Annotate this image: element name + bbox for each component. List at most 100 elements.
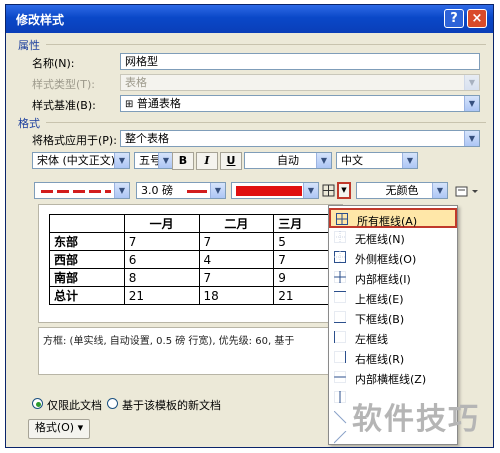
chevron-down-icon[interactable]: ▼ (114, 153, 129, 168)
bold-button[interactable]: B (172, 152, 194, 170)
title-bar: 修改样式 ? × (6, 5, 493, 33)
underline-button[interactable]: U (220, 152, 242, 170)
this-document-label[interactable]: 仅限此文档 (47, 397, 102, 413)
line-weight-value: 3.0 磅 (141, 184, 173, 197)
row-label: 总计 (49, 286, 125, 305)
dialog-title: 修改样式 (16, 13, 65, 27)
menu-item-inside-horizontal[interactable]: 内部横框线(Z) (329, 368, 457, 388)
chevron-down-icon[interactable]: ▼ (464, 96, 479, 111)
font-select[interactable]: 宋体 (中文正文) ▼ (32, 152, 130, 169)
italic-button[interactable]: I (196, 152, 218, 170)
close-button[interactable]: × (467, 9, 487, 28)
chevron-down-icon: ▼ (341, 186, 347, 194)
properties-section-label: 属性 (18, 39, 40, 52)
table-cell: 18 (198, 286, 275, 305)
table-cell: 8 (123, 268, 200, 287)
inside-borders-icon (334, 271, 346, 283)
table-header-cell (49, 214, 125, 233)
left-border-icon (334, 331, 346, 343)
table-row: 东部 7 7 5 (49, 232, 349, 251)
menu-item-inside-borders[interactable]: 内部框线(I) (329, 268, 457, 288)
shading-value: 无颜色 (385, 184, 419, 197)
format-button[interactable]: 格式(O) ▾ (28, 419, 90, 439)
diagonal-down-border-icon (334, 411, 347, 424)
chevron-down-icon[interactable]: ▼ (158, 153, 173, 168)
modify-style-dialog: 修改样式 ? × 属性 名称(N): 网格型 样式类型(T): 表格 ▼ 样式基… (5, 4, 494, 448)
table-cell: 7 (198, 232, 275, 251)
shading-select[interactable]: 无颜色 ▼ (356, 182, 448, 199)
watermark-text: 软件技巧 (352, 402, 480, 437)
name-input[interactable]: 网格型 (120, 53, 480, 70)
apply-to-value: 整个表格 (125, 132, 169, 145)
row-label: 西部 (49, 250, 125, 269)
line-style-select[interactable]: ▼ (34, 182, 130, 199)
style-base-value: 普通表格 (136, 97, 181, 110)
apply-to-select[interactable]: 整个表格 ▼ (120, 130, 480, 147)
diagonal-up-border-icon (334, 431, 347, 444)
table-row: 总计 21 18 21 (49, 286, 349, 305)
chevron-down-icon[interactable]: ▼ (303, 183, 318, 198)
table-header-cell: 二月 (198, 214, 275, 233)
menu-item-label: 右框线(R) (355, 353, 405, 366)
font-size-select[interactable]: 五号 ▼ (134, 152, 174, 169)
style-base-label: 样式基准(B): (32, 99, 96, 112)
language-select[interactable]: 中文 ▼ (336, 152, 418, 169)
style-type-value: 表格 (125, 76, 147, 89)
right-border-icon (334, 351, 346, 363)
top-border-icon (334, 291, 346, 303)
borders-button[interactable] (322, 183, 336, 198)
menu-item-label: 下框线(B) (355, 313, 405, 326)
line-weight-select[interactable]: 3.0 磅 ▼ (136, 182, 226, 199)
border-color-select[interactable]: ▼ (231, 182, 319, 199)
chevron-down-icon[interactable]: ▼ (210, 183, 225, 198)
template-label[interactable]: 基于该模板的新文档 (122, 397, 221, 413)
menu-item-top-border[interactable]: 上框线(E) (329, 288, 457, 308)
menu-item-label: 左框线 (355, 333, 388, 346)
table-header-cell: 一月 (123, 214, 200, 233)
table-cell: 4 (198, 250, 275, 269)
menu-item-all-borders[interactable]: 所有框线(A) (329, 208, 457, 228)
chevron-down-icon[interactable]: ▼ (464, 131, 479, 146)
help-button[interactable]: ? (444, 9, 464, 28)
table-cell: 6 (123, 250, 200, 269)
preview-table: 一月 二月 三月 东部 7 7 5 西部 6 4 7 南部 8 7 9 总计 2… (49, 214, 349, 305)
menu-item-label: 所有框线(A) (357, 215, 418, 228)
menu-item-label: 无框线(N) (355, 233, 405, 246)
table-style-icon: ⊞ (125, 99, 134, 110)
this-document-radio[interactable] (32, 398, 43, 409)
menu-item-label: 内部框线(I) (355, 273, 411, 286)
menu-item-left-border[interactable]: 左框线 (329, 328, 457, 348)
chevron-down-icon[interactable]: ▼ (114, 183, 129, 198)
chevron-down-icon[interactable]: ▼ (402, 153, 417, 168)
menu-item-label: 内部横框线(Z) (355, 373, 427, 386)
table-row: 南部 8 7 9 (49, 268, 349, 287)
no-border-icon (334, 231, 346, 243)
all-borders-icon (336, 213, 348, 225)
table-properties-button[interactable] (454, 184, 480, 199)
style-base-select[interactable]: ⊞ 普通表格 ▼ (120, 95, 480, 112)
chevron-down-icon[interactable]: ▼ (432, 183, 447, 198)
menu-item-right-border[interactable]: 右框线(R) (329, 348, 457, 368)
table-cell: 7 (198, 268, 275, 287)
chevron-down-icon[interactable]: ▼ (316, 153, 331, 168)
font-value: 宋体 (中文正文) (37, 154, 116, 167)
menu-item-bottom-border[interactable]: 下框线(B) (329, 308, 457, 328)
table-row: 西部 6 4 7 (49, 250, 349, 269)
style-type-label: 样式类型(T): (32, 78, 96, 91)
line-weight-preview (187, 190, 207, 193)
style-type-select: 表格 ▼ (120, 74, 480, 91)
table-properties-icon (455, 186, 478, 197)
template-radio[interactable] (107, 398, 118, 409)
menu-item-no-border[interactable]: 无框线(N) (329, 228, 457, 248)
row-label: 东部 (49, 232, 125, 251)
bottom-border-icon (334, 311, 346, 323)
inside-horizontal-border-icon (334, 371, 346, 383)
all-borders-icon (322, 184, 335, 197)
chevron-down-icon: ▼ (464, 75, 479, 90)
table-cell: 7 (123, 232, 200, 251)
name-label: 名称(N): (32, 57, 75, 70)
properties-divider (46, 44, 486, 45)
font-color-select[interactable]: 自动 ▼ (244, 152, 332, 169)
borders-dropdown-button[interactable]: ▼ (337, 182, 351, 199)
menu-item-outside-borders[interactable]: 外侧框线(O) (329, 248, 457, 268)
